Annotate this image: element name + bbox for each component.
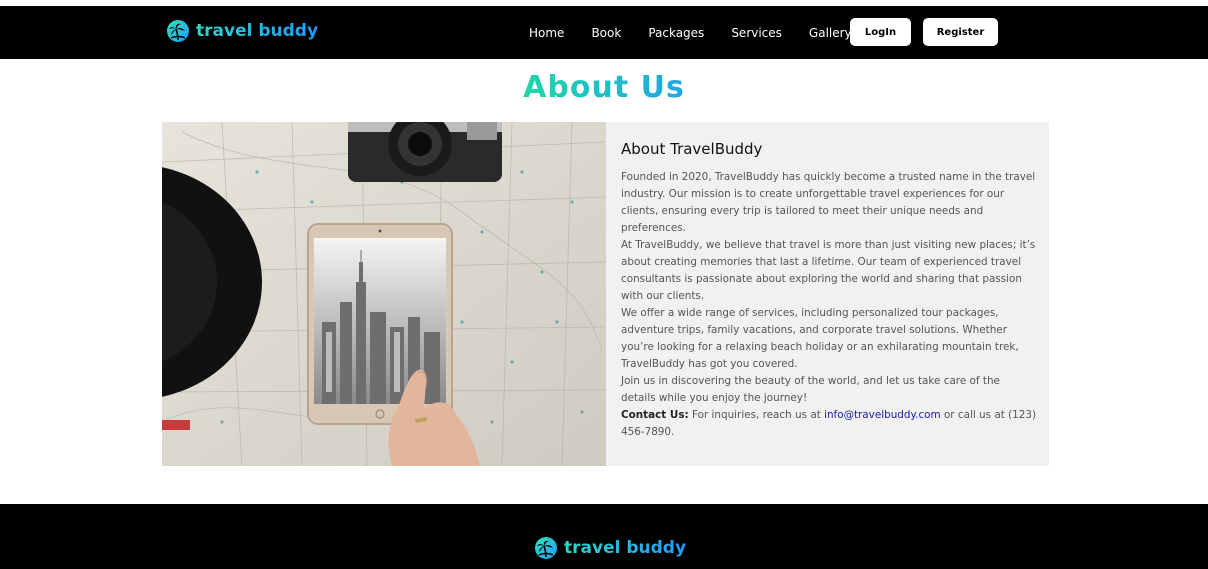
contact-email-link[interactable]: info@travelbuddy.com xyxy=(824,409,941,421)
nav-gallery[interactable]: Gallery xyxy=(809,26,852,40)
palm-globe-icon xyxy=(535,537,557,559)
travel-photo xyxy=(162,122,606,466)
site-footer: travel buddy xyxy=(0,504,1208,569)
about-heading: About TravelBuddy xyxy=(621,140,763,158)
nav-services[interactable]: Services xyxy=(731,26,782,40)
palm-globe-icon xyxy=(167,20,189,42)
page-title-text: About Us xyxy=(523,70,685,105)
contact-label: Contact Us: xyxy=(621,409,689,421)
nav-book[interactable]: Book xyxy=(591,26,621,40)
header-logo[interactable]: travel buddy xyxy=(166,19,318,43)
about-section: About TravelBuddy Founded in 2020, Trave… xyxy=(162,122,1049,466)
about-paragraph: We offer a wide range of services, inclu… xyxy=(621,307,1019,370)
login-button[interactable]: LogIn xyxy=(850,18,911,46)
about-paragraph: Join us in discovering the beauty of the… xyxy=(621,375,1000,404)
contact-text: For inquiries, reach us at xyxy=(688,409,825,421)
logo-text: travel buddy xyxy=(196,21,319,41)
main-nav: Home Book Packages Services Gallery xyxy=(529,6,852,59)
about-paragraph: Founded in 2020, TravelBuddy has quickly… xyxy=(621,171,1036,234)
about-paragraph: At TravelBuddy, we believe that travel i… xyxy=(621,239,1036,302)
register-button[interactable]: Register xyxy=(923,18,998,46)
about-text-panel: About TravelBuddy Founded in 2020, Trave… xyxy=(606,122,1049,466)
site-header: travel buddy Home Book Packages Services… xyxy=(0,6,1208,59)
footer-logo-text: travel buddy xyxy=(564,538,687,558)
nav-packages[interactable]: Packages xyxy=(648,26,704,40)
contact-info: Contact Us: For inquiries, reach us at i… xyxy=(621,407,1037,441)
travel-photo-illustration xyxy=(162,122,606,466)
footer-logo[interactable]: travel buddy xyxy=(534,536,686,560)
nav-home[interactable]: Home xyxy=(529,26,564,40)
page-title: About Us xyxy=(0,70,1208,105)
